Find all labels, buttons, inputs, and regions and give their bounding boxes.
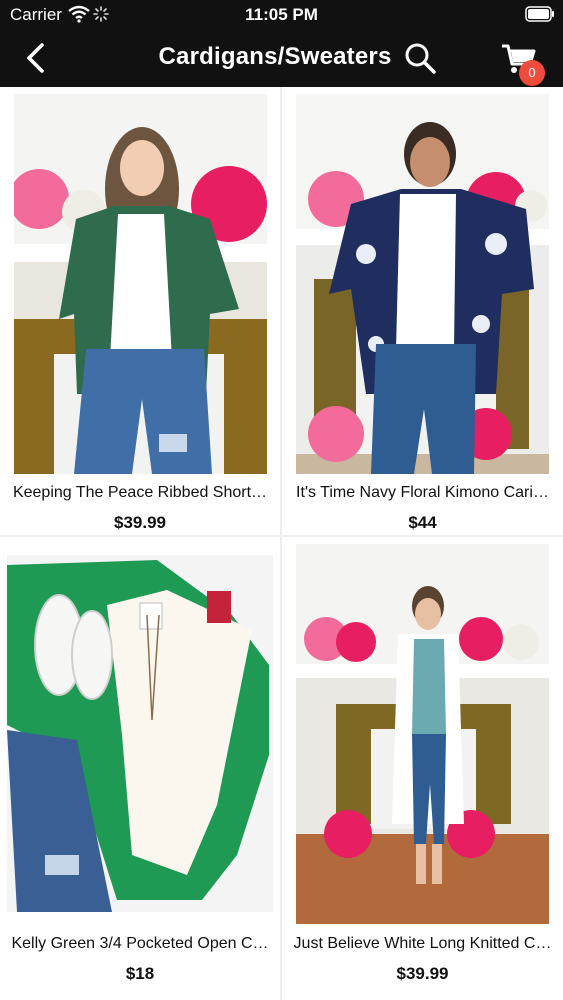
cart-count-badge: 0 — [519, 60, 545, 86]
product-name: It's Time Navy Floral Kimono Cari… — [296, 484, 549, 501]
product-card[interactable]: Keeping The Peace Ribbed Short… $39.99 — [0, 87, 280, 535]
product-price: $18 — [125, 964, 155, 983]
navigation-bar: Cardigans/Sweaters 0 — [0, 30, 563, 87]
back-chevron-icon[interactable] — [22, 41, 52, 75]
product-card[interactable]: It's Time Navy Floral Kimono Cari… $44 — [282, 87, 563, 535]
product-price: $44 — [408, 513, 437, 532]
product-name: Just Believe White Long Knitted C… — [293, 935, 552, 952]
product-card[interactable]: Kelly Green 3/4 Pocketed Open C… $18 — [0, 537, 280, 1000]
page-title: Cardigans/Sweaters — [158, 43, 392, 70]
product-price: $39.99 — [114, 513, 166, 532]
clock-time: 11:05 PM — [245, 5, 318, 24]
woman-green-cardigan-photo[interactable] — [14, 94, 267, 474]
product-name: Keeping The Peace Ribbed Short… — [12, 484, 268, 501]
search-icon[interactable] — [402, 40, 438, 76]
product-grid: Keeping The Peace Ribbed Short… $39.99 I… — [0, 87, 563, 1000]
status-bar: Carrier 11:05 PM — [0, 0, 563, 30]
product-name: Kelly Green 3/4 Pocketed Open C… — [11, 935, 269, 952]
product-card[interactable]: Just Believe White Long Knitted C… $39.9… — [282, 537, 563, 1000]
woman-navy-floral-kimono-photo[interactable] — [296, 94, 549, 474]
green-cardigan-flatlay-photo[interactable] — [7, 555, 273, 912]
product-price: $39.99 — [396, 964, 449, 983]
battery-icon — [525, 6, 555, 27]
woman-white-knit-vest-photo[interactable] — [296, 544, 549, 924]
